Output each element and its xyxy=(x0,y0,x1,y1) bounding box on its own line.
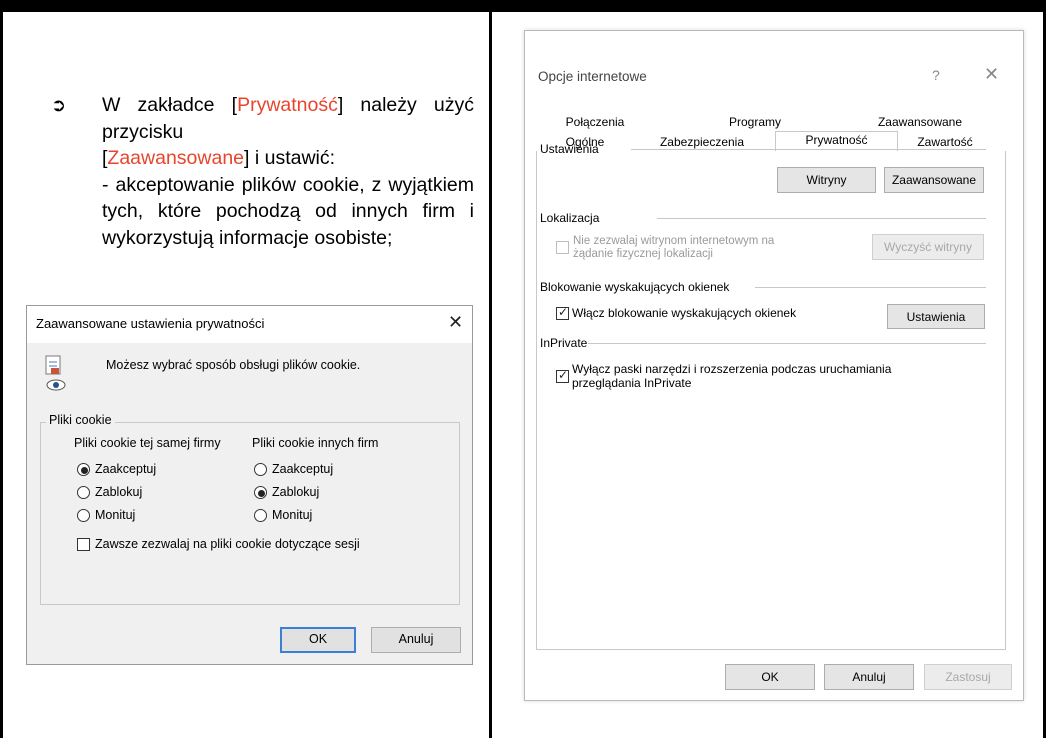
help-icon[interactable]: ? xyxy=(932,67,940,83)
popup-blocker-checkbox[interactable] xyxy=(556,305,569,320)
dialog-intro: Możesz wybrać sposób obsługi plików cook… xyxy=(106,358,361,372)
first-party-block-radio[interactable] xyxy=(77,486,90,499)
settings-section-label: Ustawienia xyxy=(540,142,599,156)
dialog-title: Opcje internetowe xyxy=(538,69,647,84)
inprivate-label-line-2: przeglądania InPrivate xyxy=(572,376,692,390)
first-party-accept-label: Zaakceptuj xyxy=(95,462,157,476)
close-icon[interactable]: ✕ xyxy=(448,312,463,333)
instruction-item: - akceptowanie plików cookie, z wyjątkie… xyxy=(102,173,474,249)
popup-divider xyxy=(755,287,986,288)
location-section-label: Lokalizacja xyxy=(540,211,600,225)
tab-connections[interactable]: Połączenia xyxy=(540,115,650,129)
tab-content[interactable]: Zawartość xyxy=(900,135,990,149)
first-party-prompt-radio[interactable] xyxy=(77,509,90,522)
third-party-prompt-radio[interactable] xyxy=(254,509,267,522)
ok-button[interactable]: OK xyxy=(725,664,815,690)
first-party-block-label: Zablokuj xyxy=(95,485,143,499)
table-border-top xyxy=(0,0,1046,12)
tab-privacy[interactable]: Prywatność xyxy=(775,133,898,147)
table-border-middle xyxy=(489,0,492,738)
third-party-prompt-label: Monituj xyxy=(272,508,313,522)
tab-advanced[interactable]: Zaawansowane xyxy=(860,115,980,129)
instruction-text: ➲ W zakładce [Prywatność] należy użyć pr… xyxy=(51,92,474,251)
third-party-block-label: Zablokuj xyxy=(272,485,320,499)
session-cookies-label: Zawsze zezwalaj na pliki cookie dotycząc… xyxy=(95,537,360,551)
arrow-bullet-icon: ➲ xyxy=(51,95,67,115)
session-cookies-checkbox[interactable] xyxy=(77,538,90,551)
cookies-group-label: Pliki cookie xyxy=(46,413,115,427)
button-name-advanced: Zaawansowane xyxy=(107,147,245,169)
inprivate-section-label: InPrivate xyxy=(540,336,588,350)
cancel-button[interactable]: Anuluj xyxy=(371,627,461,653)
instruction-line-2: [Zaawansowane] i ustawić: xyxy=(54,145,474,172)
apply-button[interactable]: Zastosuj xyxy=(924,664,1012,690)
popup-settings-button[interactable]: Ustawienia xyxy=(887,304,985,329)
location-divider xyxy=(657,218,986,219)
inprivate-label-line-1: Wyłącz paski narzędzi i rozszerzenia pod… xyxy=(572,362,892,376)
cancel-button[interactable]: Anuluj xyxy=(824,664,914,690)
settings-divider xyxy=(631,149,986,150)
sites-button[interactable]: Witryny xyxy=(777,167,876,193)
inprivate-label: Wyłącz paski narzędzi i rozszerzenia pod… xyxy=(572,362,891,390)
third-party-block-radio[interactable] xyxy=(254,486,267,499)
popup-section-label: Blokowanie wyskakujących okienek xyxy=(540,280,730,294)
popup-blocker-label: Włącz blokowanie wyskakujących okienek xyxy=(572,306,797,320)
first-party-prompt-label: Monituj xyxy=(95,508,136,522)
third-party-accept-label: Zaakceptuj xyxy=(272,462,334,476)
first-party-header: Pliki cookie tej samej firmy xyxy=(74,436,221,450)
first-party-accept-radio[interactable] xyxy=(77,463,90,476)
instruction-prefix: W zakładce [ xyxy=(102,94,238,116)
third-party-accept-radio[interactable] xyxy=(254,463,267,476)
inprivate-divider xyxy=(588,343,986,344)
ok-button[interactable]: OK xyxy=(280,627,356,653)
third-party-header: Pliki cookie innych firm xyxy=(252,436,379,450)
instruction-suffix-2: ] i ustawić: xyxy=(244,147,336,169)
tab-security[interactable]: Zabezpieczenia xyxy=(647,135,757,149)
tab-name-privacy: Prywatność xyxy=(237,94,338,116)
privacy-eye-icon xyxy=(45,355,66,391)
advanced-button[interactable]: Zaawansowane xyxy=(884,167,984,193)
privacy-panel xyxy=(536,151,1006,650)
location-label-line-2: żądanie fizycznej lokalizacji xyxy=(573,248,713,260)
location-checkbox[interactable] xyxy=(556,241,569,254)
location-checkbox-label: Nie zezwalaj witrynom internetowym na żą… xyxy=(573,235,774,261)
close-icon[interactable]: ✕ xyxy=(984,64,999,85)
instruction-line-1: W zakładce [Prywatność] należy użyć przy… xyxy=(54,92,474,145)
location-label-line-1: Nie zezwalaj witrynom internetowym na xyxy=(573,235,775,247)
dialog-title: Zaawansowane ustawienia prywatności xyxy=(36,316,265,331)
clear-sites-button[interactable]: Wyczyść witryny xyxy=(872,234,984,260)
tab-programs[interactable]: Programy xyxy=(700,115,810,129)
inprivate-checkbox[interactable] xyxy=(556,368,569,383)
table-border-left xyxy=(0,0,3,738)
